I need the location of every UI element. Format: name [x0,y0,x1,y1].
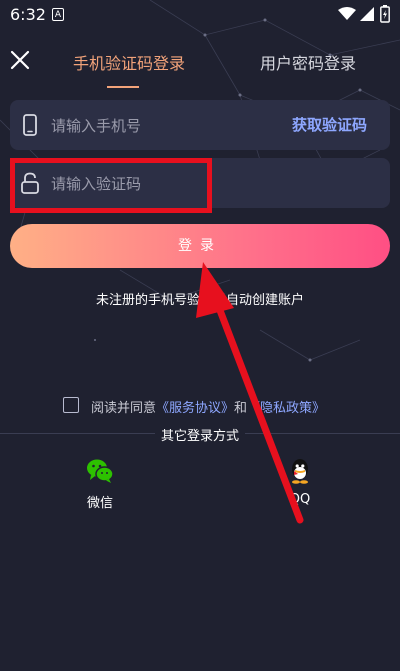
annotation-highlight-box [10,158,212,213]
phone-field[interactable]: 请输入手机号 获取验证码 [10,100,390,150]
close-icon[interactable] [10,50,30,70]
agreement-checkbox[interactable] [63,397,79,413]
tab-password-login[interactable]: 用户密码登录 [260,50,356,74]
signal-icon [360,7,374,21]
qq-label: QQ [289,492,311,507]
status-time: 6:32 [10,5,46,24]
other-login-title: 其它登录方式 [0,425,400,444]
wifi-icon [338,7,356,20]
qq-icon [292,459,308,484]
phone-placeholder: 请输入手机号 [51,117,142,135]
wechat-icon [87,459,114,483]
wechat-label: 微信 [86,496,113,511]
active-tab-indicator [107,86,139,88]
qq-login-button[interactable]: QQ [270,456,330,507]
status-bar: 6:32 A [0,0,400,30]
service-agreement-link[interactable]: 《服务协议》 [156,401,234,416]
agreement-text: 阅读并同意《服务协议》和《隐私政策》 [91,397,325,416]
get-code-button[interactable]: 获取验证码 [292,114,367,135]
tab-sms-login[interactable]: 手机验证码登录 [73,50,185,74]
app-notification-icon: A [52,8,64,21]
agreement-conjunction: 和 [234,401,248,416]
phone-icon [23,114,37,136]
agreement-prefix: 阅读并同意 [91,401,157,416]
battery-charging-icon [380,5,390,23]
login-button[interactable]: 登录 [10,224,390,268]
other-login-label: 其它登录方式 [154,429,245,444]
wechat-login-button[interactable]: 微信 [70,456,130,511]
privacy-policy-link[interactable]: 《隐私政策》 [247,401,325,416]
auto-register-note: 未注册的手机号验证后自动创建账户 [95,293,304,308]
